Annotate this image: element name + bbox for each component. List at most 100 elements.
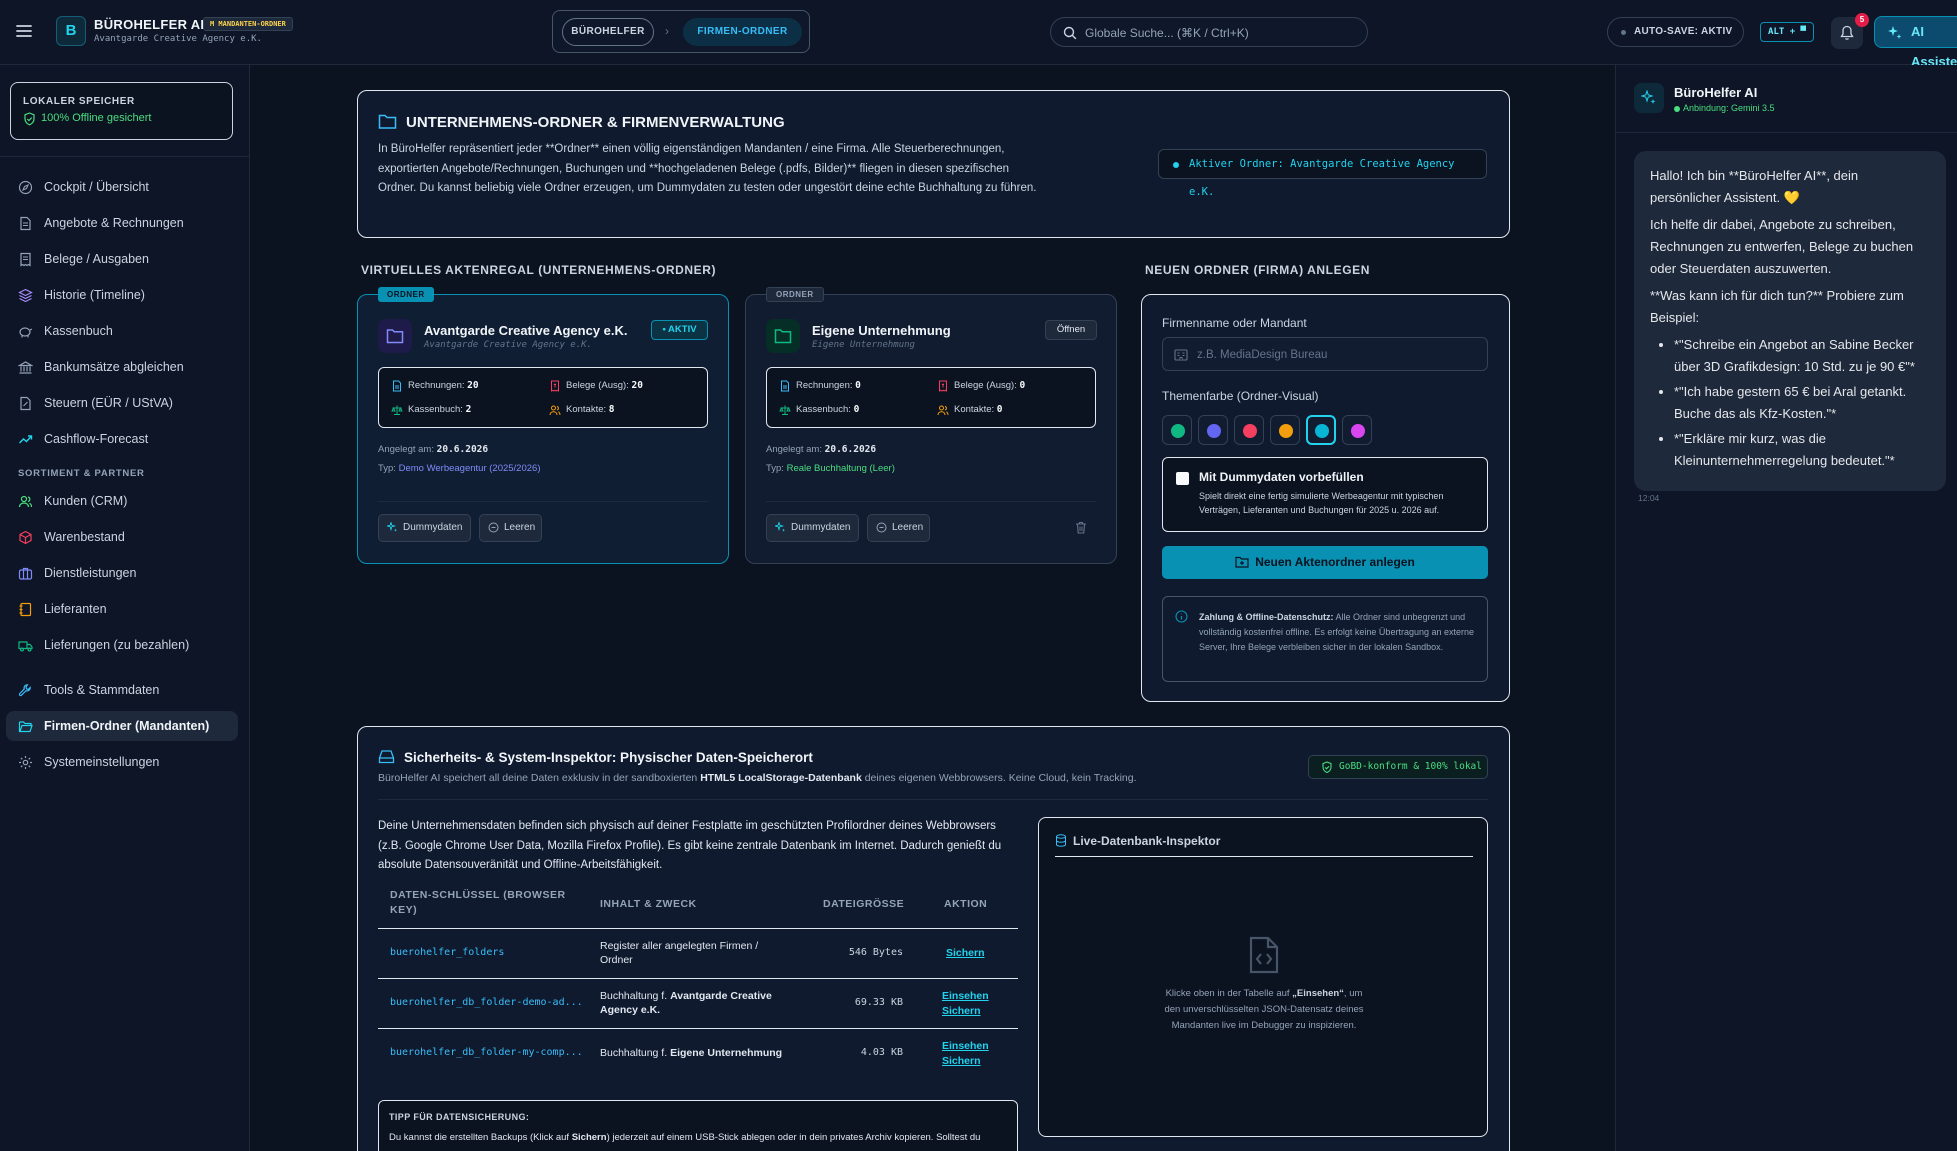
info-icon: [1175, 610, 1188, 623]
clear-circle-icon: [488, 522, 499, 533]
dummy-data-description: Spielt direkt eine fertig simulierte Wer…: [1199, 491, 1444, 515]
sidebar-item-steuern[interactable]: Steuern (EÜR / UStVA): [6, 388, 238, 418]
color-swatch-green[interactable]: [1162, 415, 1192, 445]
sidebar-item-cashflow[interactable]: Cashflow-Forecast: [6, 424, 238, 454]
company-name-input[interactable]: [1197, 346, 1477, 364]
einsehen-link[interactable]: Einsehen: [942, 1039, 989, 1054]
row-actions: Sichern: [946, 946, 985, 961]
sichern-link[interactable]: Sichern: [942, 1054, 989, 1069]
search-input[interactable]: [1085, 24, 1355, 42]
sidebar-item-firmen-ordner[interactable]: Firmen-Ordner (Mandanten): [6, 711, 238, 741]
color-dot: [1315, 424, 1329, 438]
folder-stats: Rechnungen: 0 Belege (Ausg): 0 Kassenbuc…: [766, 367, 1096, 428]
company-name-field[interactable]: [1162, 337, 1488, 371]
sidebar-item-lieferungen[interactable]: Lieferungen (zu bezahlen): [6, 630, 238, 660]
tax-document-icon: [20, 396, 31, 411]
color-swatch-indigo[interactable]: [1198, 415, 1228, 445]
sidebar-item-warenbestand[interactable]: Warenbestand: [6, 522, 238, 552]
sparkles-icon: [1888, 26, 1902, 39]
color-swatch-fuchsia[interactable]: [1342, 415, 1372, 445]
sichern-link[interactable]: Sichern: [942, 1004, 989, 1019]
active-folder-indicator: Aktiver Ordner: Avantgarde Creative Agen…: [1158, 149, 1487, 198]
leeren-button[interactable]: Leeren: [867, 514, 930, 542]
sidebar-item-label: Kunden (CRM): [44, 494, 128, 508]
hint-pre: Klicke oben in der Tabelle auf: [1165, 988, 1290, 999]
users-icon: [18, 495, 33, 508]
folder-created: Angelegt am: 20.6.2026: [766, 444, 876, 455]
sidebar-item-historie[interactable]: Historie (Timeline): [6, 280, 238, 310]
sidebar-item-belege[interactable]: Belege / Ausgaben: [6, 244, 238, 274]
folder-card-avantgarde[interactable]: ORDNER Avantgarde Creative Agency e.K. A…: [357, 287, 729, 564]
ai-model-status: Anbindung: Gemini 3.5: [1674, 103, 1775, 113]
created-date: 20.6.2026: [436, 444, 489, 455]
sidebar-item-systemeinstellungen[interactable]: Systemeinstellungen: [6, 747, 238, 777]
color-swatch-amber[interactable]: [1270, 415, 1300, 445]
folder-card-eigene[interactable]: ORDNER Eigene Unternehmung Eigene Untern…: [745, 287, 1117, 564]
einsehen-link[interactable]: Einsehen: [942, 989, 989, 1004]
dummydaten-button[interactable]: Dummydaten: [378, 514, 471, 542]
divider: [378, 501, 708, 502]
create-folder-button[interactable]: Neuen Aktenordner anlegen: [1162, 546, 1488, 579]
dummydaten-button[interactable]: Dummydaten: [766, 514, 859, 542]
file-size: 69.33 KB: [854, 997, 903, 1008]
folder-open-icon: [18, 721, 33, 733]
sidebar-item-bankumsaetze[interactable]: Bankumsätze abgleichen: [6, 352, 238, 382]
page-description: In BüroHelfer repräsentiert jeder **Ordn…: [378, 143, 1037, 194]
folder-subtitle: Eigene Unternehmung: [812, 340, 915, 350]
ai-assistant-button[interactable]: AI Assiste: [1874, 16, 1957, 69]
sichern-link[interactable]: Sichern: [946, 946, 985, 961]
table-row: buerohelfer_folders Register aller angel…: [378, 928, 1018, 978]
color-dot: [1243, 424, 1257, 438]
button-label: Dummydaten: [791, 522, 851, 533]
notification-count-badge: 5: [1855, 13, 1869, 27]
stat-value: 20: [467, 380, 479, 391]
sidebar-item-dienstleistungen[interactable]: Dienstleistungen: [6, 558, 238, 588]
row-content: Buchhaltung f. Eigene Unternehmung: [600, 1046, 800, 1060]
sidebar-item-label: Bankumsätze abgleichen: [44, 360, 184, 374]
example-list: *"Schreibe ein Angebot an Sabine Becker …: [1650, 334, 1930, 472]
file-code-icon: [1248, 936, 1280, 974]
global-search[interactable]: [1050, 17, 1368, 47]
autosave-status[interactable]: AUTO-SAVE: AKTIV: [1607, 17, 1744, 47]
folder-tag: ORDNER: [766, 287, 824, 302]
sidebar-item-kunden[interactable]: Kunden (CRM): [6, 486, 238, 516]
example-item[interactable]: *"Ich habe gestern 65 € bei Aral getankt…: [1674, 381, 1930, 425]
stat-kassenbuch: Kassenbuch: 0: [779, 404, 859, 415]
dummy-data-checkbox[interactable]: [1176, 472, 1189, 485]
example-item[interactable]: *"Erkläre mir kurz, was die Kleinunterne…: [1674, 428, 1930, 472]
breadcrumb-current[interactable]: FIRMEN-ORDNER: [683, 18, 802, 46]
type-label: Typ:: [766, 463, 784, 474]
stat-label: Belege (Ausg):: [954, 380, 1017, 391]
current-company: Avantgarde Creative Agency e.K.: [94, 34, 262, 44]
sidebar-item-tools[interactable]: Tools & Stammdaten: [6, 675, 238, 705]
dummy-data-option[interactable]: Mit Dummydaten vorbefüllen Spielt direkt…: [1162, 457, 1488, 532]
local-storage-card: LOKALER SPEICHER 100% Offline gesichert: [10, 82, 233, 140]
keyboard-shortcut-badge[interactable]: ALT + ▀: [1760, 22, 1814, 42]
stat-label: Kontakte:: [566, 404, 607, 415]
divider: [0, 156, 250, 157]
document-icon: [20, 216, 31, 231]
mode-badge: M MANDANTEN-ORDNER: [203, 17, 293, 31]
open-folder-button[interactable]: Öffnen: [1045, 320, 1097, 340]
color-label: Themenfarbe (Ordner-Visual): [1162, 389, 1319, 403]
leeren-button[interactable]: Leeren: [479, 514, 542, 542]
sidebar-item-cockpit[interactable]: Cockpit / Übersicht: [6, 172, 238, 202]
search-icon: [1063, 26, 1077, 40]
content-company: Eigene Unternehmung: [670, 1047, 783, 1059]
sidebar-item-label: Belege / Ausgaben: [44, 252, 149, 266]
sidebar-item-angebote[interactable]: Angebote & Rechnungen: [6, 208, 238, 238]
scale-icon: [779, 405, 791, 415]
sidebar-item-lieferanten[interactable]: Lieferanten: [6, 594, 238, 624]
live-db-inspector: Live-Datenbank-Inspektor Klicke oben in …: [1038, 817, 1488, 1137]
menu-icon[interactable]: [14, 21, 34, 41]
trash-icon[interactable]: [1075, 521, 1087, 534]
color-swatch-rose[interactable]: [1234, 415, 1264, 445]
sidebar-item-kassenbuch[interactable]: Kassenbuch: [6, 316, 238, 346]
stat-label: Rechnungen:: [796, 380, 853, 391]
color-swatch-cyan[interactable]: [1306, 415, 1336, 445]
breadcrumb-home[interactable]: BÜROHELFER: [562, 18, 654, 46]
tip-body: Du kannst die erstellten Backups (Klick …: [389, 1130, 1009, 1145]
table-row: buerohelfer_db_folder-demo-ad... Buchhal…: [378, 978, 1018, 1028]
privacy-title: Zahlung & Offline-Datenschutz:: [1199, 612, 1334, 622]
example-item[interactable]: *"Schreibe ein Angebot an Sabine Becker …: [1674, 334, 1930, 378]
